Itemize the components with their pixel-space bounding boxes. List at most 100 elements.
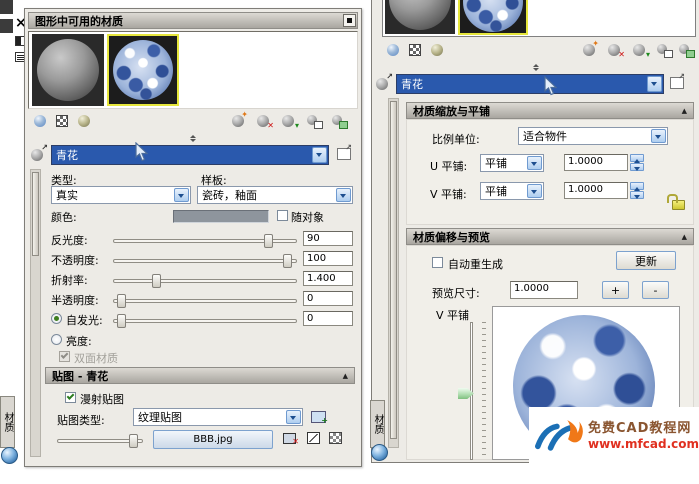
auto-hide-glyph bbox=[16, 37, 21, 45]
dropdown-arrow[interactable] bbox=[527, 156, 542, 170]
dropdown-arrow[interactable] bbox=[174, 188, 189, 202]
splitter-handle[interactable] bbox=[181, 134, 205, 143]
translucency-value-input[interactable]: 0 bbox=[303, 291, 353, 306]
dropdown-arrow[interactable] bbox=[527, 184, 542, 198]
up-level-icon[interactable]: ↗ bbox=[30, 147, 46, 163]
indicate-in-use-icon[interactable]: ▾ bbox=[632, 42, 648, 58]
self-illumination-value-input[interactable]: 0 bbox=[303, 311, 353, 326]
dropdown-arrow[interactable] bbox=[312, 147, 327, 163]
by-object-checkbox[interactable] bbox=[277, 210, 288, 221]
v-tile-spinner[interactable] bbox=[630, 182, 644, 199]
template-combo[interactable]: 瓷砖，釉面 bbox=[197, 186, 353, 204]
spinner-up[interactable] bbox=[630, 182, 644, 190]
green-check-badge: ▾ bbox=[646, 51, 650, 59]
purge-material-icon[interactable]: ✕ bbox=[607, 42, 623, 58]
remove-material-icon[interactable] bbox=[678, 42, 694, 58]
dropdown-arrow[interactable] bbox=[286, 410, 301, 424]
v-tile-amount-input[interactable]: 1.0000 bbox=[564, 182, 628, 199]
shininess-slider[interactable] bbox=[113, 239, 297, 243]
map-amount-slider[interactable] bbox=[57, 439, 143, 443]
collapse-icon[interactable]: ▲ bbox=[682, 233, 687, 241]
slider-thumb[interactable] bbox=[117, 294, 126, 308]
slider-thumb[interactable] bbox=[264, 234, 273, 248]
two-sided-checkbox[interactable] bbox=[59, 351, 70, 362]
color-swatch[interactable] bbox=[173, 210, 269, 223]
maps-section-header[interactable]: 贴图 - 青花 ▲ bbox=[45, 367, 355, 384]
spinner-down[interactable] bbox=[630, 191, 644, 199]
opacity-value-input[interactable]: 100 bbox=[303, 251, 353, 266]
dropdown-arrow[interactable] bbox=[651, 129, 666, 143]
translucency-slider[interactable] bbox=[113, 299, 297, 303]
right-scrollbar-thumb[interactable] bbox=[390, 101, 397, 439]
swatch-geometry-icon[interactable] bbox=[386, 42, 402, 58]
preview-size-input[interactable]: 1.0000 bbox=[510, 281, 578, 299]
materials-tab-left[interactable]: 材质 bbox=[0, 396, 15, 448]
material-swatch-global[interactable] bbox=[385, 0, 455, 34]
material-swatch-qinghua-selected[interactable] bbox=[107, 34, 179, 106]
material-swatch-qinghua-selected[interactable] bbox=[458, 0, 528, 35]
map-type-combo[interactable]: 纹理贴图 bbox=[133, 408, 303, 426]
create-material-icon[interactable]: ✦ bbox=[231, 113, 247, 129]
spinner-down[interactable] bbox=[630, 163, 644, 171]
panel-menu-button[interactable] bbox=[343, 14, 356, 27]
luminance-radio[interactable] bbox=[51, 334, 62, 345]
refraction-slider[interactable] bbox=[113, 279, 297, 283]
left-scrollbar-thumb[interactable] bbox=[32, 172, 39, 256]
zoom-out-button[interactable]: - bbox=[642, 281, 669, 299]
collapse-icon[interactable]: ▲ bbox=[343, 372, 348, 380]
lock-icon-unlocked[interactable] bbox=[672, 200, 685, 210]
material-name-combo[interactable]: 青花 bbox=[51, 145, 329, 165]
materials-tab-right[interactable]: 材质 bbox=[370, 400, 385, 448]
left-scrollbar[interactable] bbox=[30, 169, 41, 457]
swatch-geometry-icon[interactable] bbox=[33, 113, 49, 129]
dropdown-arrow[interactable] bbox=[336, 188, 351, 202]
checkered-underlay-icon[interactable] bbox=[408, 42, 424, 58]
material-name-combo[interactable]: 青花 bbox=[396, 74, 664, 94]
update-button[interactable]: 更新 bbox=[616, 251, 676, 270]
collapse-icon[interactable]: ▲ bbox=[682, 107, 687, 115]
adjust-bitmap-icon[interactable] bbox=[329, 432, 342, 444]
refraction-value-input[interactable]: 1.400 bbox=[303, 271, 353, 286]
type-combo[interactable]: 真实 bbox=[51, 186, 191, 204]
apply-material-icon[interactable] bbox=[656, 42, 672, 58]
shininess-value-input[interactable]: 90 bbox=[303, 231, 353, 246]
dropdown-arrow[interactable] bbox=[647, 76, 662, 92]
u-tile-amount-input[interactable]: 1.0000 bbox=[564, 154, 628, 171]
slider-thumb[interactable] bbox=[117, 314, 126, 328]
scale-units-combo[interactable]: 适合物件 bbox=[518, 127, 668, 145]
up-to-parent-icon[interactable]: ↗ bbox=[670, 77, 684, 89]
diffuse-map-checkbox[interactable] bbox=[65, 392, 76, 403]
delete-map-icon[interactable]: ✕ bbox=[283, 433, 296, 444]
texture-file-button[interactable]: BBB.jpg bbox=[153, 430, 273, 449]
purge-material-icon[interactable]: ✕ bbox=[256, 113, 272, 129]
v-tile-amount: 1.0000 bbox=[568, 184, 603, 195]
slider-thumb[interactable] bbox=[152, 274, 161, 288]
opacity-slider[interactable] bbox=[113, 259, 297, 263]
u-tile-spinner[interactable] bbox=[630, 154, 644, 171]
spinner-up[interactable] bbox=[630, 154, 644, 162]
scaling-section-header[interactable]: 材质缩放与平铺 ▲ bbox=[406, 102, 694, 119]
right-scrollbar[interactable] bbox=[388, 98, 399, 448]
material-swatch-global[interactable] bbox=[32, 34, 104, 106]
self-illumination-radio[interactable] bbox=[51, 313, 62, 324]
remove-material-icon[interactable] bbox=[331, 113, 347, 129]
add-map-button[interactable]: + bbox=[311, 411, 326, 423]
create-material-icon[interactable]: ✦ bbox=[582, 42, 598, 58]
apply-material-icon[interactable] bbox=[306, 113, 322, 129]
v-tile-combo[interactable]: 平铺 bbox=[480, 182, 544, 200]
zoom-in-button[interactable]: + bbox=[602, 281, 629, 299]
slider-thumb[interactable] bbox=[129, 434, 138, 448]
offset-section-header[interactable]: 材质偏移与预览 ▲ bbox=[406, 228, 694, 245]
preview-map-icon[interactable] bbox=[307, 432, 320, 444]
preview-lighting-icon[interactable] bbox=[430, 42, 446, 58]
preview-lighting-icon[interactable] bbox=[77, 113, 93, 129]
checkered-underlay-icon[interactable] bbox=[55, 113, 71, 129]
up-to-parent-icon[interactable]: ↗ bbox=[337, 148, 351, 160]
auto-regen-checkbox[interactable] bbox=[432, 257, 443, 268]
indicate-in-use-icon[interactable]: ▾ bbox=[281, 113, 297, 129]
up-level-icon[interactable]: ↗ bbox=[375, 76, 391, 92]
u-tile-combo[interactable]: 平铺 bbox=[480, 154, 544, 172]
splitter-handle[interactable] bbox=[524, 63, 548, 72]
self-illumination-slider[interactable] bbox=[113, 319, 297, 323]
slider-thumb[interactable] bbox=[283, 254, 292, 268]
